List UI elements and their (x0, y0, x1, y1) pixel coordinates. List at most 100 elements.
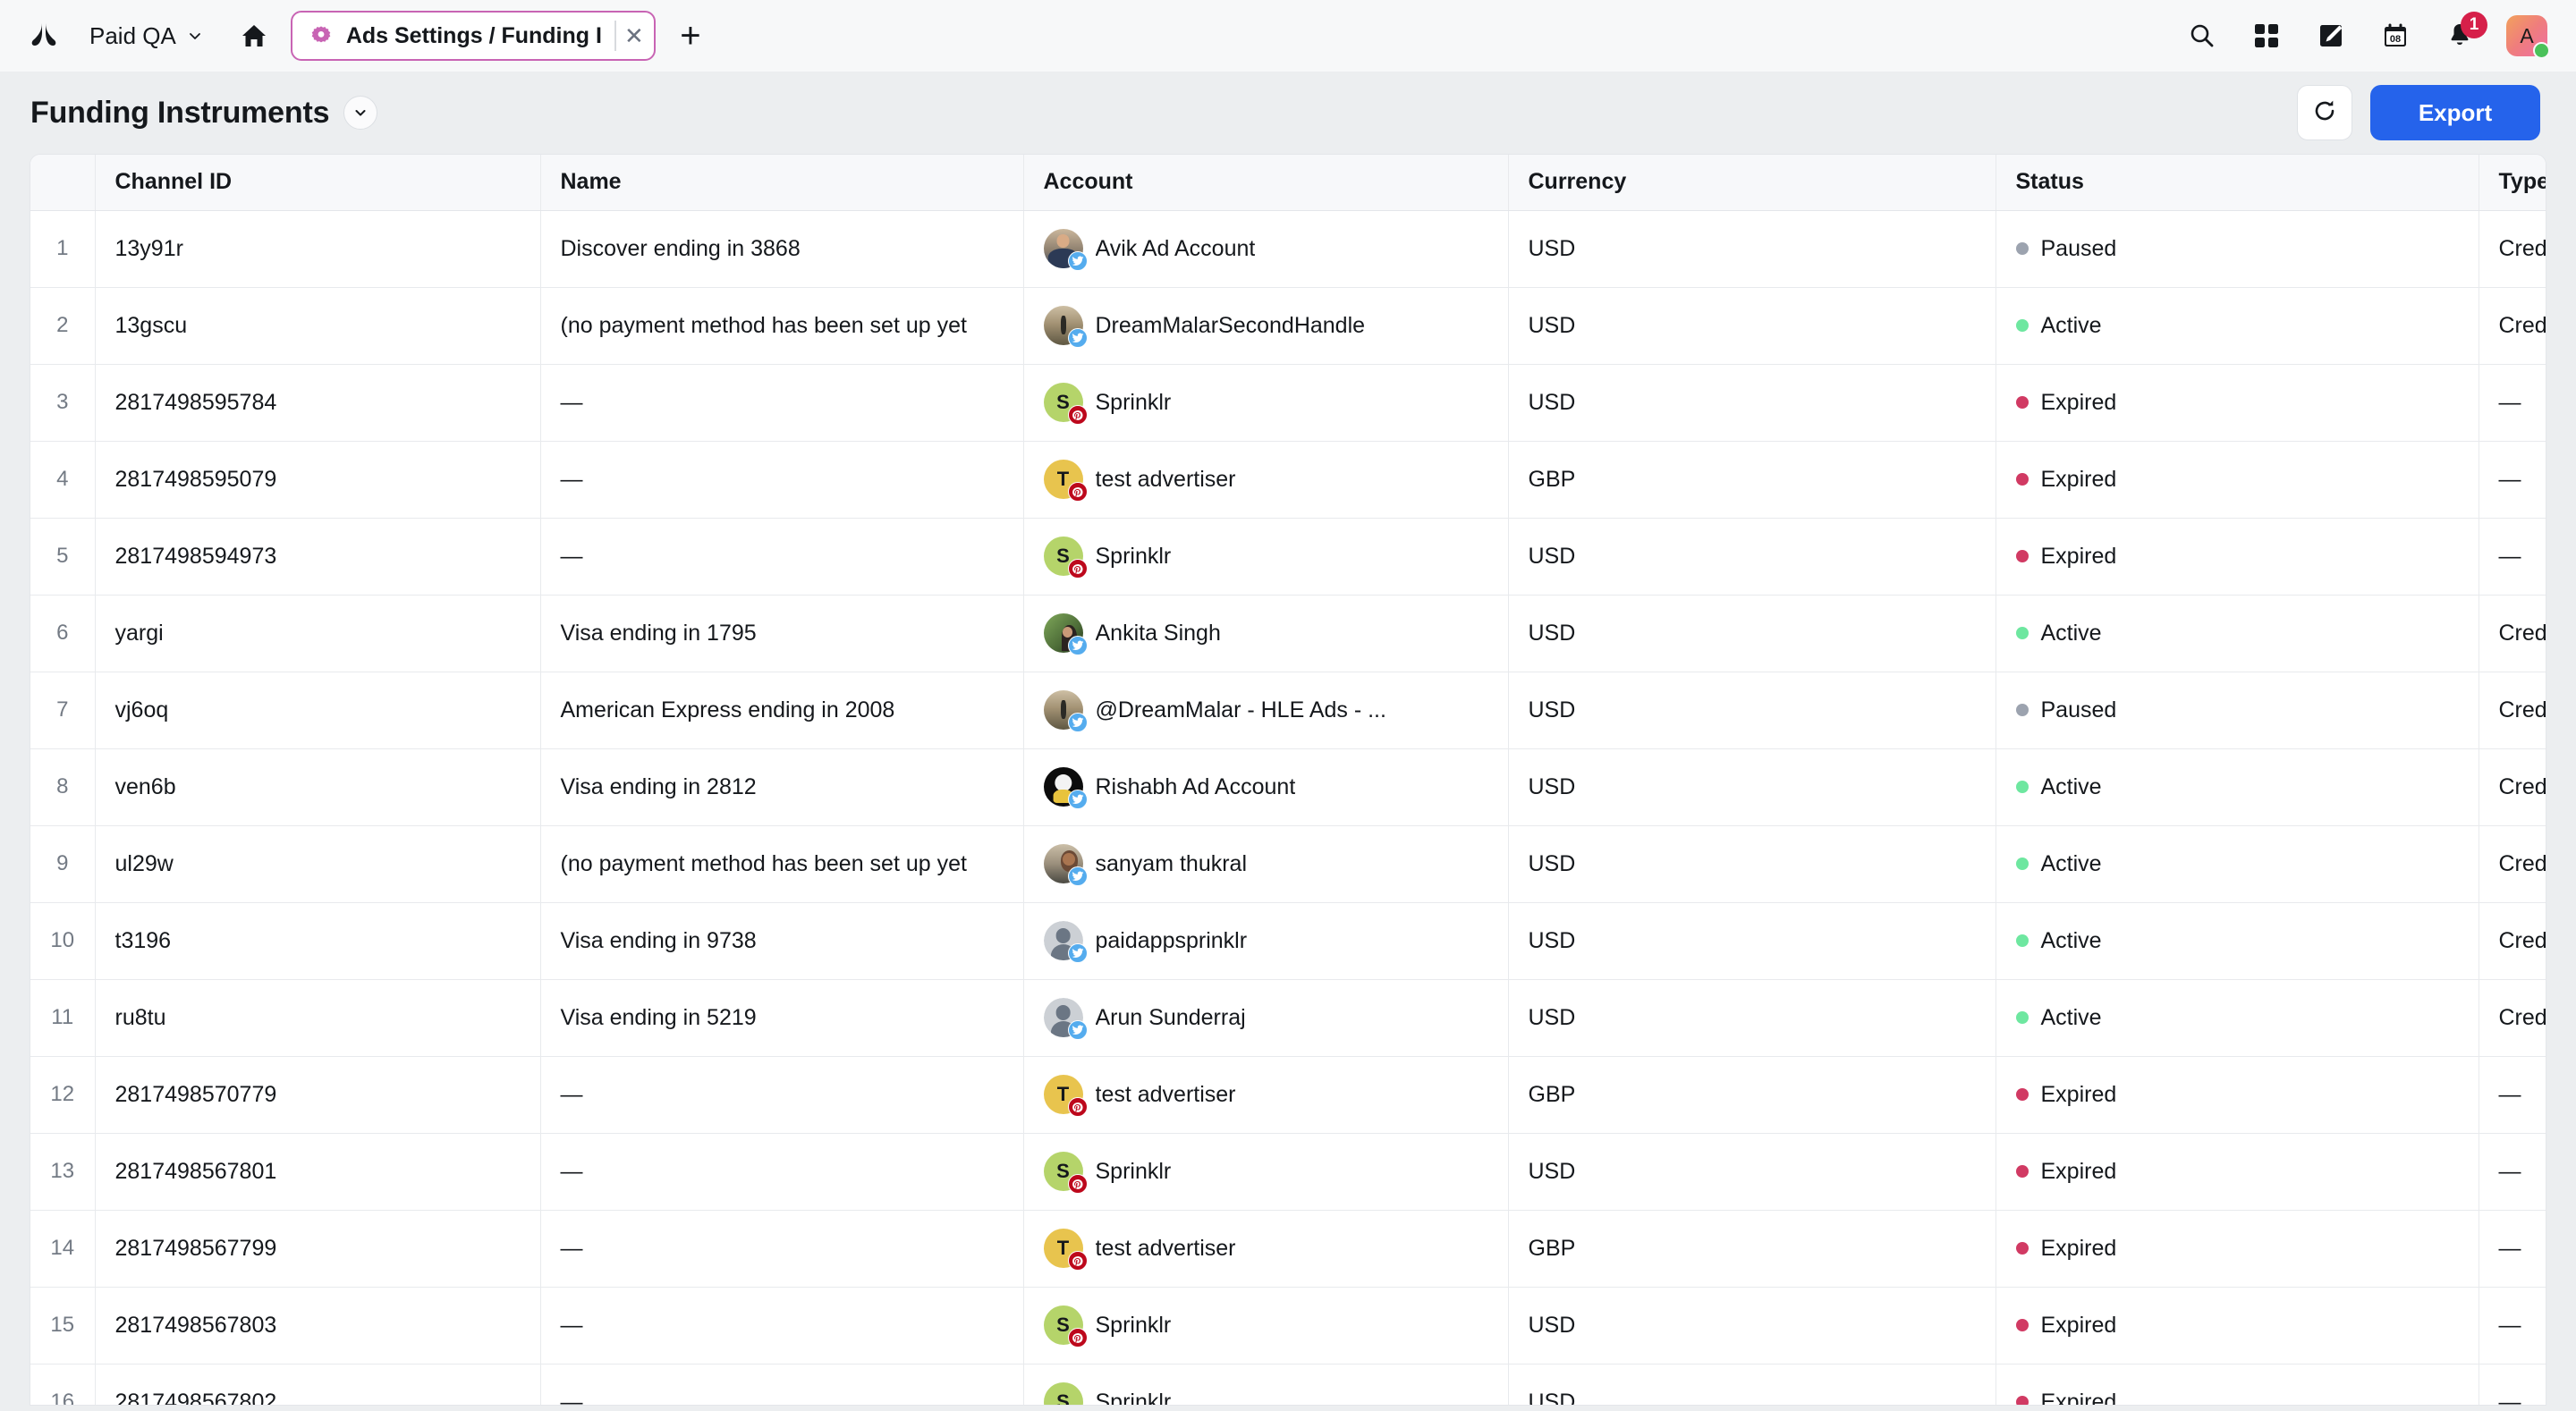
table-row[interactable]: 2 13gscu (no payment method has been set u… (30, 287, 2546, 365)
cell-name[interactable]: — (540, 364, 1024, 442)
workspace-selector[interactable]: Paid QA (82, 17, 210, 55)
cell-account[interactable]: Ttest advertiser (1023, 1056, 1509, 1134)
cell-currency: USD (1508, 1287, 1996, 1365)
table-row[interactable]: 5 2817498594973— S Sprinklr USD Expired — (30, 518, 2546, 596)
cell-channel-id[interactable]: ul29w (95, 825, 541, 903)
export-button[interactable]: Export (2370, 85, 2540, 140)
cell-channel-id[interactable]: 2817498570779 (95, 1056, 541, 1134)
cell-channel-id[interactable]: vj6oq (95, 672, 541, 749)
cell-account[interactable]: Ankita Singh (1023, 595, 1509, 672)
table-row[interactable]: 9 ul29w (no payment method has been set up… (30, 825, 2546, 903)
cell-channel-id[interactable]: ven6b (95, 748, 541, 826)
calendar-icon[interactable]: 08 (2377, 18, 2413, 54)
cell-name[interactable]: Discover ending in 3868 (540, 210, 1024, 288)
table-row[interactable]: 1 13y91r Discover ending in 3868 Avik Ad Ac… (30, 210, 2546, 288)
table-row[interactable]: 14 2817498567799— Ttest advertiser GBP Expir… (30, 1210, 2546, 1288)
sprinklr-logo-icon[interactable] (23, 15, 64, 56)
status-label: Active (2040, 927, 2102, 953)
notifications-bell-icon[interactable]: 1 (2442, 12, 2487, 54)
close-icon[interactable]: ✕ (614, 21, 645, 51)
cell-name[interactable]: — (540, 1287, 1024, 1365)
cell-name[interactable]: (no payment method has been set up yet (540, 287, 1024, 365)
cell-account[interactable]: S Sprinklr (1023, 518, 1509, 596)
cell-name[interactable]: — (540, 441, 1024, 519)
column-header-status[interactable]: Status (1996, 155, 2479, 211)
avatar: S (1043, 537, 1088, 579)
column-header-index[interactable] (30, 155, 96, 211)
column-header-currency[interactable]: Currency (1508, 155, 1996, 211)
table-row[interactable]: 16 2817498567802— S Sprinklr USD Expired — (30, 1364, 2546, 1405)
table-row[interactable]: 11 ru8tu Visa ending in 5219 Arun Sunderraj… (30, 979, 2546, 1057)
cell-account[interactable]: paidappsprinklr (1023, 902, 1509, 980)
column-header-account[interactable]: Account (1023, 155, 1509, 211)
cell-type: — (2479, 518, 2546, 596)
table-row[interactable]: 12 2817498570779— Ttest advertiser GBP Expir… (30, 1056, 2546, 1134)
cell-channel-id[interactable]: yargi (95, 595, 541, 672)
cell-channel-id[interactable]: 13gscu (95, 287, 541, 365)
cell-name[interactable]: (no payment method has been set up yet (540, 825, 1024, 903)
cell-channel-id[interactable]: 2817498594973 (95, 518, 541, 596)
cell-name[interactable]: — (540, 518, 1024, 596)
table-row[interactable]: 13 2817498567801— S Sprinklr USD Expired — (30, 1133, 2546, 1211)
table-row[interactable]: 6 yargi Visa ending in 1795 Ankita Singh USD… (30, 595, 2546, 672)
cell-account[interactable]: DreamMalarSecondHandle (1023, 287, 1509, 365)
table-row[interactable]: 15 2817498567803— S Sprinklr USD Expired — (30, 1287, 2546, 1365)
cell-channel-id[interactable]: 2817498567802 (95, 1364, 541, 1405)
cell-channel-id[interactable]: 13y91r (95, 210, 541, 288)
cell-name[interactable]: — (540, 1133, 1024, 1211)
column-header-type[interactable]: Type (2479, 155, 2546, 211)
row-index: 16 (30, 1364, 96, 1405)
cell-account[interactable]: Ttest advertiser (1023, 441, 1509, 519)
pinterest-badge-icon (1067, 1328, 1088, 1348)
cell-account[interactable]: Arun Sunderraj (1023, 979, 1509, 1057)
account-name: test advertiser (1095, 466, 1236, 492)
cell-channel-id[interactable]: 2817498567803 (95, 1287, 541, 1365)
cell-account[interactable]: @DreamMalar - HLE Ads - ... (1023, 672, 1509, 749)
cell-account[interactable]: Ttest advertiser (1023, 1210, 1509, 1288)
apps-grid-icon[interactable] (2249, 18, 2284, 54)
cell-channel-id[interactable]: 2817498567801 (95, 1133, 541, 1211)
cell-account[interactable]: S Sprinklr (1023, 1133, 1509, 1211)
table-row[interactable]: 3 2817498595784— S Sprinklr USD Expired — (30, 364, 2546, 442)
account-name: test advertiser (1095, 1081, 1236, 1107)
cell-account[interactable]: sanyam thukral (1023, 825, 1509, 903)
table-row[interactable]: 10 t3196 Visa ending in 9738 paidappsprinkl… (30, 902, 2546, 980)
cell-name[interactable]: Visa ending in 9738 (540, 902, 1024, 980)
table-row[interactable]: 7 vj6oq American Express ending in 2008 @Dr… (30, 672, 2546, 749)
home-icon[interactable] (233, 15, 275, 56)
cell-account[interactable]: Rishabh Ad Account (1023, 748, 1509, 826)
cell-account[interactable]: S Sprinklr (1023, 364, 1509, 442)
browser-tab-ads-settings-funding[interactable]: Ads Settings / Funding I ✕ (290, 11, 656, 61)
pinterest-badge-icon (1067, 1251, 1088, 1271)
column-header-name[interactable]: Name (540, 155, 1024, 211)
cell-name[interactable]: — (540, 1056, 1024, 1134)
column-header-channel-id[interactable]: Channel ID (95, 155, 541, 211)
cell-channel-id[interactable]: 2817498567799 (95, 1210, 541, 1288)
table-row[interactable]: 8 ven6b Visa ending in 2812 Rishabh Ad Acco… (30, 748, 2546, 826)
cell-channel-id[interactable]: 2817498595784 (95, 364, 541, 442)
twitter-badge-icon (1067, 636, 1088, 655)
cell-name[interactable]: Visa ending in 5219 (540, 979, 1024, 1057)
cell-channel-id[interactable]: t3196 (95, 902, 541, 980)
cell-account[interactable]: S Sprinklr (1023, 1287, 1509, 1365)
cell-currency: USD (1508, 825, 1996, 903)
profile-avatar[interactable]: A (2506, 15, 2550, 59)
cell-name[interactable]: American Express ending in 2008 (540, 672, 1024, 749)
plus-icon[interactable]: + (670, 15, 711, 56)
cell-name[interactable]: — (540, 1364, 1024, 1405)
cell-name[interactable]: — (540, 1210, 1024, 1288)
status-label: Active (2040, 850, 2102, 876)
search-icon[interactable] (2184, 18, 2220, 54)
refresh-button[interactable] (2297, 85, 2352, 140)
cell-name[interactable]: Visa ending in 2812 (540, 748, 1024, 826)
cell-channel-id[interactable]: 2817498595079 (95, 441, 541, 519)
cell-account[interactable]: S Sprinklr (1023, 1364, 1509, 1405)
cell-account[interactable]: Avik Ad Account (1023, 210, 1509, 288)
account-name: Rishabh Ad Account (1095, 773, 1296, 799)
chevron-down-icon[interactable] (343, 96, 378, 130)
table-row[interactable]: 4 2817498595079— Ttest advertiser GBP Expire… (30, 441, 2546, 519)
compose-edit-icon[interactable] (2313, 18, 2349, 54)
cell-name[interactable]: Visa ending in 1795 (540, 595, 1024, 672)
cell-channel-id[interactable]: ru8tu (95, 979, 541, 1057)
cell-type: — (2479, 1287, 2546, 1365)
